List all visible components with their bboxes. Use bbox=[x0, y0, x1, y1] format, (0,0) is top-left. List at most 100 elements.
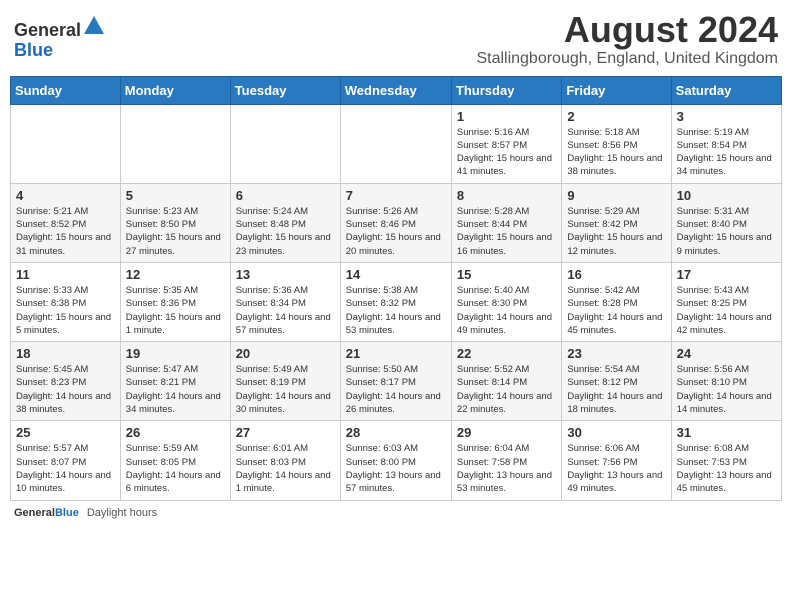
day-info: Sunrise: 5:29 AMSunset: 8:42 PMDaylight:… bbox=[567, 205, 665, 258]
day-number: 17 bbox=[677, 267, 776, 282]
day-info: Sunrise: 6:08 AMSunset: 7:53 PMDaylight:… bbox=[677, 442, 776, 495]
day-number: 24 bbox=[677, 346, 776, 361]
day-info: Sunrise: 5:26 AMSunset: 8:46 PMDaylight:… bbox=[346, 205, 446, 258]
day-info: Sunrise: 5:57 AMSunset: 8:07 PMDaylight:… bbox=[16, 442, 115, 495]
day-info: Sunrise: 5:59 AMSunset: 8:05 PMDaylight:… bbox=[126, 442, 225, 495]
day-number: 13 bbox=[236, 267, 335, 282]
calendar-cell: 23 Sunrise: 5:54 AMSunset: 8:12 PMDayligh… bbox=[562, 342, 671, 421]
calendar-day-header: Thursday bbox=[451, 76, 561, 104]
day-number: 21 bbox=[346, 346, 446, 361]
calendar-cell bbox=[120, 104, 230, 183]
day-number: 20 bbox=[236, 346, 335, 361]
calendar-day-header: Friday bbox=[562, 76, 671, 104]
day-number: 29 bbox=[457, 425, 556, 440]
logo-blue-text: Blue bbox=[14, 40, 53, 60]
day-info: Sunrise: 5:43 AMSunset: 8:25 PMDaylight:… bbox=[677, 284, 776, 337]
day-info: Sunrise: 5:18 AMSunset: 8:56 PMDaylight:… bbox=[567, 126, 665, 179]
day-info: Sunrise: 5:54 AMSunset: 8:12 PMDaylight:… bbox=[567, 363, 665, 416]
calendar-cell: 20Sunrise: 5:49 AMSunset: 8:19 PMDayligh… bbox=[230, 342, 340, 421]
day-number: 6 bbox=[236, 188, 335, 203]
calendar-cell: 1 Sunrise: 5:16 AMSunset: 8:57 PMDaylight… bbox=[451, 104, 561, 183]
day-number: 18 bbox=[16, 346, 115, 361]
day-number: 9 bbox=[567, 188, 665, 203]
day-info: Sunrise: 5:45 AMSunset: 8:23 PMDaylight:… bbox=[16, 363, 115, 416]
day-number: 28 bbox=[346, 425, 446, 440]
calendar-cell: 12 Sunrise: 5:35 AMSunset: 8:36 PMDayligh… bbox=[120, 262, 230, 341]
day-number: 1 bbox=[457, 109, 556, 124]
page-header: General Blue August 2024 Stallingborough… bbox=[10, 10, 782, 68]
day-info: Sunrise: 5:47 AMSunset: 8:21 PMDaylight:… bbox=[126, 363, 225, 416]
calendar-cell: 11 Sunrise: 5:33 AMSunset: 8:38 PMDayligh… bbox=[11, 262, 121, 341]
day-info: Sunrise: 5:19 AMSunset: 8:54 PMDaylight:… bbox=[677, 126, 776, 179]
month-title: August 2024 bbox=[476, 10, 778, 50]
day-info: Sunrise: 6:01 AMSunset: 8:03 PMDaylight:… bbox=[236, 442, 335, 495]
day-number: 14 bbox=[346, 267, 446, 282]
day-number: 2 bbox=[567, 109, 665, 124]
calendar-cell: 17 Sunrise: 5:43 AMSunset: 8:25 PMDayligh… bbox=[671, 262, 781, 341]
day-number: 27 bbox=[236, 425, 335, 440]
logo: General Blue bbox=[14, 14, 105, 61]
calendar-cell: 21 Sunrise: 5:50 AMSunset: 8:17 PMDayligh… bbox=[340, 342, 451, 421]
day-number: 3 bbox=[677, 109, 776, 124]
day-info: Sunrise: 5:50 AMSunset: 8:17 PMDaylight:… bbox=[346, 363, 446, 416]
calendar-cell: 4Sunrise: 5:21 AMSunset: 8:52 PMDaylight… bbox=[11, 183, 121, 262]
calendar-cell: 15 Sunrise: 5:40 AMSunset: 8:30 PMDayligh… bbox=[451, 262, 561, 341]
day-info: Sunrise: 5:56 AMSunset: 8:10 PMDaylight:… bbox=[677, 363, 776, 416]
day-info: Sunrise: 5:40 AMSunset: 8:30 PMDaylight:… bbox=[457, 284, 556, 337]
day-number: 31 bbox=[677, 425, 776, 440]
calendar-cell: 2 Sunrise: 5:18 AMSunset: 8:56 PMDaylight… bbox=[562, 104, 671, 183]
day-info: Sunrise: 5:42 AMSunset: 8:28 PMDaylight:… bbox=[567, 284, 665, 337]
day-number: 10 bbox=[677, 188, 776, 203]
day-number: 8 bbox=[457, 188, 556, 203]
calendar-cell: 14Sunrise: 5:38 AMSunset: 8:32 PMDayligh… bbox=[340, 262, 451, 341]
calendar-cell: 3 Sunrise: 5:19 AMSunset: 8:54 PMDaylight… bbox=[671, 104, 781, 183]
day-info: Sunrise: 5:28 AMSunset: 8:44 PMDaylight:… bbox=[457, 205, 556, 258]
calendar-cell: 16 Sunrise: 5:42 AMSunset: 8:28 PMDayligh… bbox=[562, 262, 671, 341]
day-info: Sunrise: 5:31 AMSunset: 8:40 PMDaylight:… bbox=[677, 205, 776, 258]
calendar-cell: 8 Sunrise: 5:28 AMSunset: 8:44 PMDaylight… bbox=[451, 183, 561, 262]
calendar-day-header: Wednesday bbox=[340, 76, 451, 104]
day-number: 19 bbox=[126, 346, 225, 361]
calendar-week-row: 18 Sunrise: 5:45 AMSunset: 8:23 PMDayligh… bbox=[11, 342, 782, 421]
calendar-day-header: Monday bbox=[120, 76, 230, 104]
calendar-day-header: Saturday bbox=[671, 76, 781, 104]
day-number: 25 bbox=[16, 425, 115, 440]
calendar-cell: 27 Sunrise: 6:01 AMSunset: 8:03 PMDayligh… bbox=[230, 421, 340, 500]
calendar-cell: 9 Sunrise: 5:29 AMSunset: 8:42 PMDaylight… bbox=[562, 183, 671, 262]
title-area: August 2024 Stallingborough, England, Un… bbox=[476, 10, 778, 68]
day-info: Sunrise: 5:33 AMSunset: 8:38 PMDaylight:… bbox=[16, 284, 115, 337]
day-info: Sunrise: 5:16 AMSunset: 8:57 PMDaylight:… bbox=[457, 126, 556, 179]
day-number: 16 bbox=[567, 267, 665, 282]
calendar-cell: 24 Sunrise: 5:56 AMSunset: 8:10 PMDayligh… bbox=[671, 342, 781, 421]
day-number: 26 bbox=[126, 425, 225, 440]
calendar-day-header: Tuesday bbox=[230, 76, 340, 104]
daylight-label: Daylight hours bbox=[87, 507, 157, 519]
day-number: 22 bbox=[457, 346, 556, 361]
calendar-cell: 26 Sunrise: 5:59 AMSunset: 8:05 PMDayligh… bbox=[120, 421, 230, 500]
footer: GeneralBlue Daylight hours bbox=[10, 507, 782, 519]
day-number: 11 bbox=[16, 267, 115, 282]
day-number: 23 bbox=[567, 346, 665, 361]
day-info: Sunrise: 5:52 AMSunset: 8:14 PMDaylight:… bbox=[457, 363, 556, 416]
day-number: 15 bbox=[457, 267, 556, 282]
calendar-week-row: 1 Sunrise: 5:16 AMSunset: 8:57 PMDaylight… bbox=[11, 104, 782, 183]
day-number: 30 bbox=[567, 425, 665, 440]
calendar-header-row: SundayMondayTuesdayWednesdayThursdayFrid… bbox=[11, 76, 782, 104]
footer-logo: GeneralBlue bbox=[14, 507, 79, 519]
calendar-cell bbox=[230, 104, 340, 183]
day-number: 4 bbox=[16, 188, 115, 203]
calendar-cell: 19 Sunrise: 5:47 AMSunset: 8:21 PMDayligh… bbox=[120, 342, 230, 421]
day-number: 12 bbox=[126, 267, 225, 282]
calendar-week-row: 11 Sunrise: 5:33 AMSunset: 8:38 PMDayligh… bbox=[11, 262, 782, 341]
calendar-week-row: 25 Sunrise: 5:57 AMSunset: 8:07 PMDayligh… bbox=[11, 421, 782, 500]
calendar-table: SundayMondayTuesdayWednesdayThursdayFrid… bbox=[10, 76, 782, 501]
calendar-cell: 5Sunrise: 5:23 AMSunset: 8:50 PMDaylight… bbox=[120, 183, 230, 262]
logo-triangle-icon bbox=[83, 14, 105, 36]
calendar-cell: 25 Sunrise: 5:57 AMSunset: 8:07 PMDayligh… bbox=[11, 421, 121, 500]
day-info: Sunrise: 6:04 AMSunset: 7:58 PMDaylight:… bbox=[457, 442, 556, 495]
calendar-cell bbox=[11, 104, 121, 183]
logo-general-text: General bbox=[14, 20, 81, 40]
calendar-cell: 22 Sunrise: 5:52 AMSunset: 8:14 PMDayligh… bbox=[451, 342, 561, 421]
day-info: Sunrise: 5:35 AMSunset: 8:36 PMDaylight:… bbox=[126, 284, 225, 337]
day-number: 5 bbox=[126, 188, 225, 203]
